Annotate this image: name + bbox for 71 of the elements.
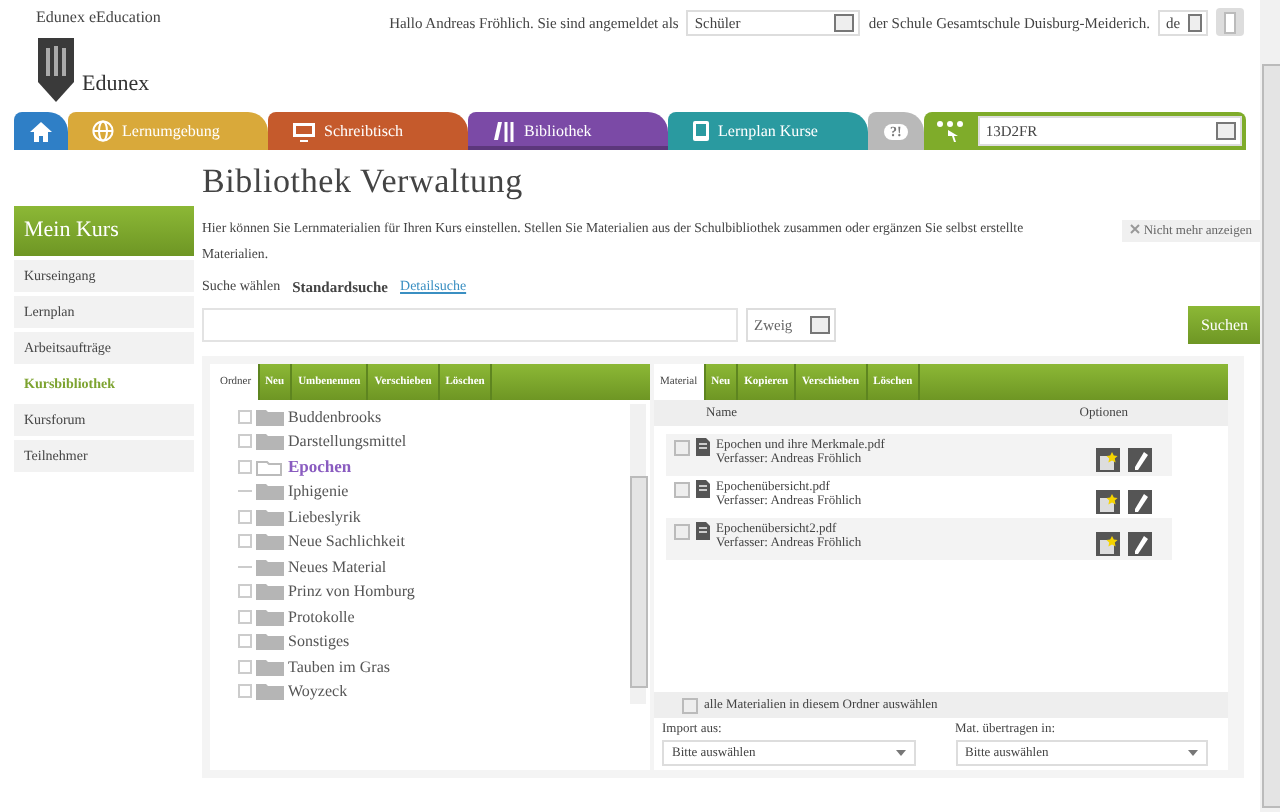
page-title: Bibliothek Verwaltung xyxy=(202,162,525,202)
edit-button[interactable] xyxy=(1128,490,1152,514)
folder-icon xyxy=(256,432,284,451)
folder-item[interactable]: Epochen xyxy=(288,456,352,477)
sidebar-title: Mein Kurs xyxy=(14,206,194,256)
folder-item[interactable]: Iphigenie xyxy=(288,482,349,501)
home-tab[interactable] xyxy=(14,112,68,150)
folder-item[interactable]: Neues Material xyxy=(288,557,387,576)
expand-icon[interactable] xyxy=(238,434,252,449)
folder-item[interactable]: Protokolle xyxy=(288,607,355,626)
scrollbar[interactable] xyxy=(1260,0,1280,812)
tablet-icon xyxy=(692,120,710,142)
folder-item[interactable]: Prinz von Homburg xyxy=(288,582,415,601)
globe-icon xyxy=(92,120,114,142)
pencil-icon xyxy=(1133,535,1147,553)
document-icon xyxy=(696,438,710,456)
folder-item[interactable]: Liebeslyrik xyxy=(288,507,361,526)
nav-tab[interactable]: Schreibtisch xyxy=(268,112,468,150)
search-field[interactable] xyxy=(202,308,738,342)
brand-name: Edunex eEducation xyxy=(36,8,161,26)
folder-icon xyxy=(256,507,284,526)
folder-icon xyxy=(256,482,284,501)
new-note-button[interactable] xyxy=(1096,448,1120,472)
edit-button[interactable] xyxy=(1128,532,1152,556)
folder-item[interactable]: Woyzeck xyxy=(288,682,348,701)
folder-item[interactable]: Tauben im Gras xyxy=(288,657,390,676)
logo-icon xyxy=(36,36,76,104)
pencil-icon xyxy=(1133,451,1147,469)
close-icon xyxy=(1129,224,1140,234)
expand-icon[interactable] xyxy=(238,584,252,599)
pencil-icon xyxy=(1133,493,1147,511)
expand-icon[interactable] xyxy=(238,634,252,649)
scrollbar[interactable] xyxy=(630,404,646,704)
monitor-icon xyxy=(292,121,316,141)
home-icon xyxy=(30,121,52,141)
caret-icon xyxy=(1188,750,1198,756)
document-icon xyxy=(696,480,710,498)
folder-item[interactable]: Darstellungsmittel xyxy=(288,432,407,451)
folder-icon xyxy=(256,682,284,701)
folder-icon xyxy=(256,657,284,676)
pointer-dots-icon xyxy=(935,119,968,143)
expand-icon[interactable] xyxy=(238,409,252,424)
folder-icon xyxy=(256,582,284,601)
expand-icon[interactable] xyxy=(238,534,252,549)
folder-icon xyxy=(256,457,284,476)
checkbox[interactable] xyxy=(674,524,690,540)
books-icon xyxy=(492,121,516,141)
folder-icon xyxy=(256,557,284,576)
checkbox[interactable] xyxy=(674,440,690,456)
document-icon xyxy=(696,522,710,540)
expand-icon[interactable] xyxy=(238,684,252,699)
expand-icon[interactable] xyxy=(238,459,252,474)
new-note-button[interactable] xyxy=(1096,490,1120,514)
edit-button[interactable] xyxy=(1128,448,1152,472)
folder-icon xyxy=(256,532,284,551)
folder-item[interactable]: Neue Sachlichkeit xyxy=(288,532,405,551)
folder-item[interactable]: Sonstiges xyxy=(288,632,350,651)
checkbox[interactable] xyxy=(674,482,690,498)
folder-icon xyxy=(256,607,284,626)
folder-icon xyxy=(256,407,284,426)
folder-item[interactable]: Buddenbrooks xyxy=(288,407,382,426)
new-note-button[interactable] xyxy=(1096,532,1120,556)
caret-icon xyxy=(895,750,905,756)
checkbox[interactable] xyxy=(682,698,698,714)
logout-button[interactable] xyxy=(1216,8,1244,36)
folder-icon xyxy=(256,632,284,651)
expand-icon[interactable] xyxy=(238,509,252,524)
expand-icon[interactable] xyxy=(238,659,252,674)
expand-icon[interactable] xyxy=(238,609,252,624)
logo-text: Edunex xyxy=(82,72,150,96)
nav-tab[interactable]: Bibliothek xyxy=(468,112,668,150)
